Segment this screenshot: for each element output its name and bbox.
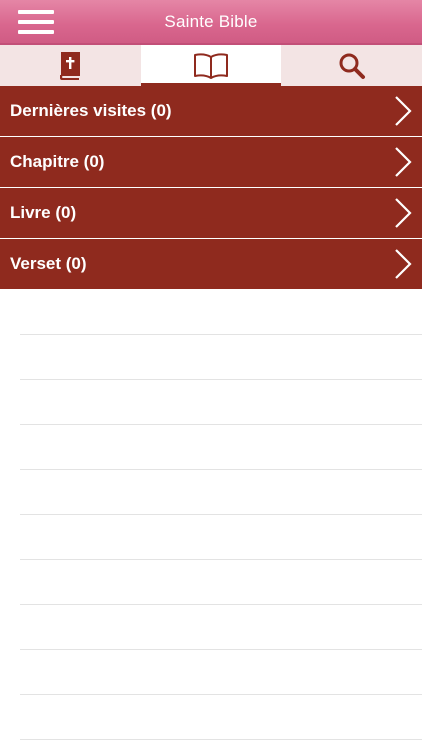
list-item-label: Verset (0) [10, 254, 87, 273]
bible-book-icon [60, 51, 81, 80]
separator-line [20, 604, 422, 605]
chevron-right-icon [395, 96, 412, 126]
separator-line [20, 379, 422, 380]
list-item-book[interactable]: Livre (0) [0, 188, 422, 239]
list-item-chapter[interactable]: Chapitre (0) [0, 137, 422, 188]
tab-search[interactable] [281, 45, 422, 86]
tab-bar [0, 45, 422, 86]
search-icon [339, 53, 365, 79]
separator-line [20, 469, 422, 470]
separator-line [20, 334, 422, 335]
separator-line [20, 559, 422, 560]
separator-line [20, 649, 422, 650]
separator-line [20, 514, 422, 515]
page-title: Sainte Bible [164, 12, 258, 31]
separator-line [20, 739, 422, 740]
tab-bible[interactable] [0, 45, 141, 86]
open-book-icon [194, 52, 228, 79]
tab-reading[interactable] [140, 45, 282, 86]
history-list: Dernières visites (0) Chapitre (0) Livre… [0, 86, 422, 290]
empty-table-area [0, 290, 422, 750]
chevron-right-icon [395, 249, 412, 279]
list-item-label: Dernières visites (0) [10, 101, 172, 120]
list-item-recent-visits[interactable]: Dernières visites (0) [0, 86, 422, 137]
list-item-label: Livre (0) [10, 203, 77, 222]
chevron-right-icon [395, 198, 412, 228]
separator-line [20, 694, 422, 695]
chevron-right-icon [395, 147, 412, 177]
list-item-verse[interactable]: Verset (0) [0, 239, 422, 290]
list-item-label: Chapitre (0) [10, 152, 105, 171]
navigation-bar: Sainte Bible [0, 0, 422, 45]
separator-line [20, 424, 422, 425]
